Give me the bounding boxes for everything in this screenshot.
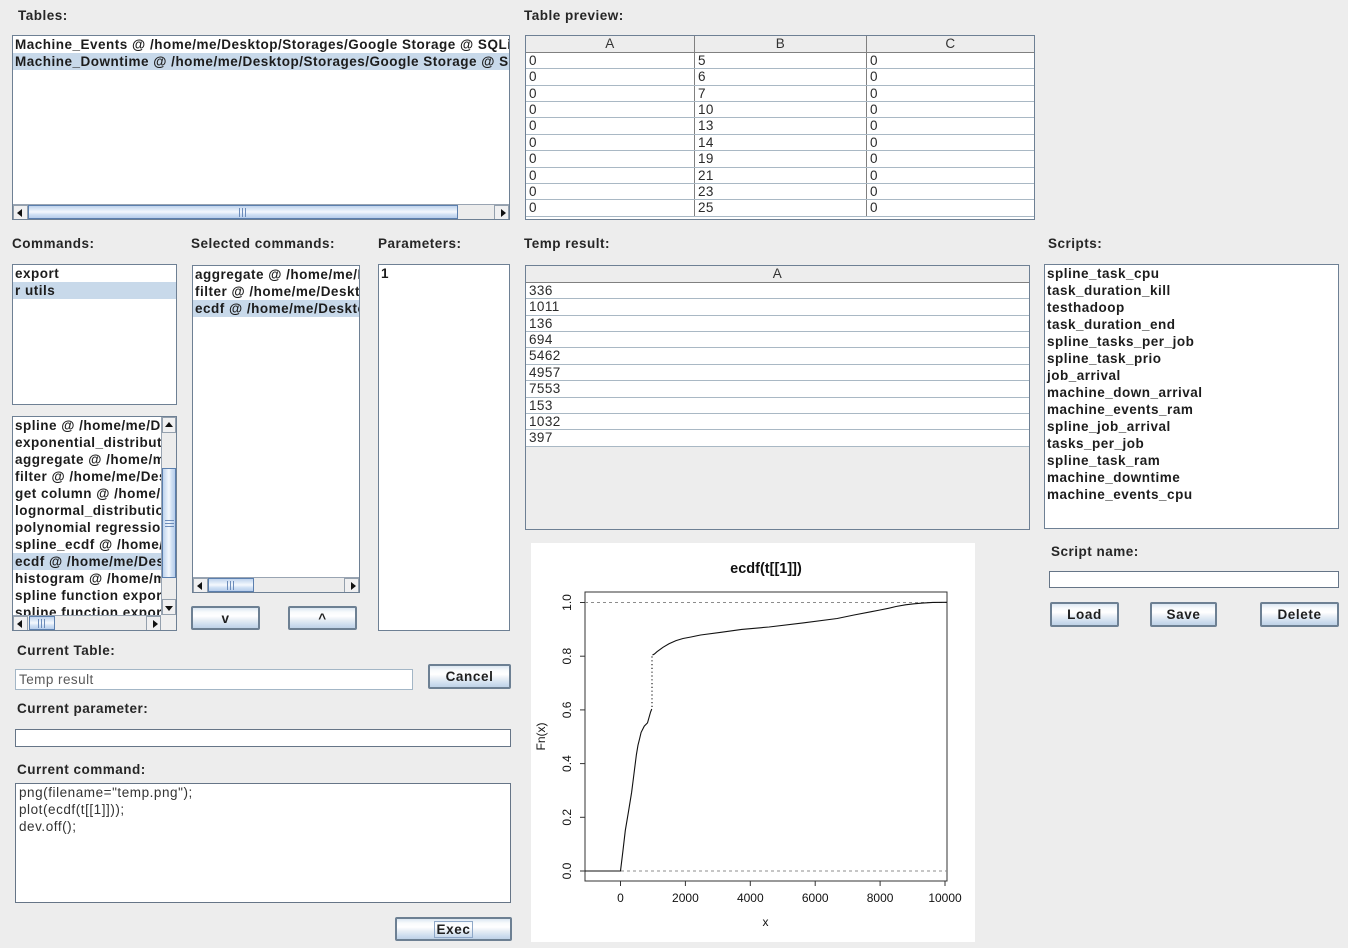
svg-text:0.0: 0.0 [560,862,574,879]
svg-text:10000: 10000 [928,891,962,905]
svg-text:4000: 4000 [737,891,764,905]
svg-text:1.0: 1.0 [560,594,574,611]
svg-text:2000: 2000 [672,891,699,905]
svg-text:Fn(x): Fn(x) [534,723,548,751]
svg-text:ecdf(t[[1]]): ecdf(t[[1]]) [730,561,802,577]
svg-text:x: x [763,915,769,929]
svg-text:0.8: 0.8 [560,648,574,665]
svg-text:0.2: 0.2 [560,809,574,826]
svg-text:0: 0 [617,891,624,905]
svg-text:8000: 8000 [867,891,894,905]
svg-text:0.4: 0.4 [560,755,574,772]
svg-text:0.6: 0.6 [560,701,574,718]
svg-text:6000: 6000 [802,891,829,905]
